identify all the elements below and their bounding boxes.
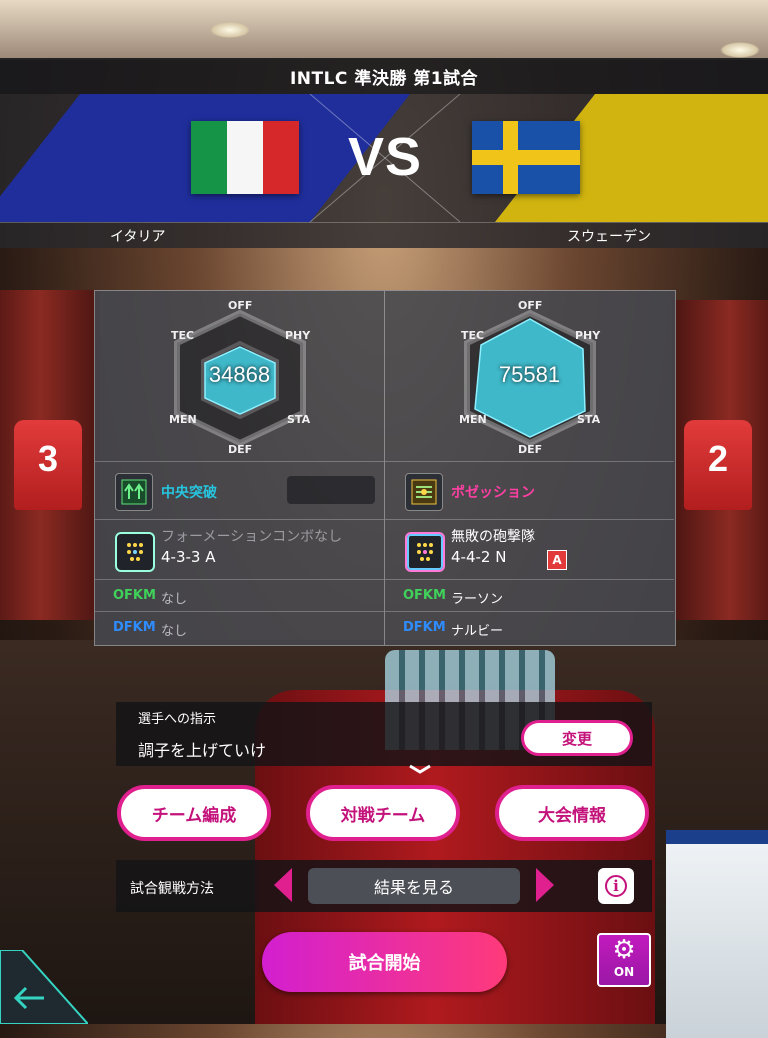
- away-ofkm-row: OFKM ラーソン: [385, 579, 674, 612]
- player-instruction-panel: 選手への指示 調子を上げていけ 変更: [116, 702, 652, 766]
- home-formation-code: 4-3-3 A: [161, 548, 216, 566]
- watch-mode-value: 結果を見る: [308, 868, 520, 904]
- radar-def-label: DEF: [228, 443, 253, 456]
- radar-off-label: OFF: [518, 299, 543, 312]
- formation-rank-badge: A: [547, 550, 567, 570]
- radar-sta-label: STA: [577, 413, 601, 426]
- away-formation-code: 4-4-2 N: [451, 548, 507, 566]
- match-title-bar: INTLC 準決勝 第1試合: [0, 58, 768, 94]
- home-tactic-row: 中央突破: [95, 461, 384, 520]
- auto-toggle-state: ON: [613, 965, 635, 979]
- ceiling-light: [210, 22, 250, 38]
- radar-phy-label: PHY: [285, 329, 311, 342]
- start-match-button[interactable]: 試合開始: [262, 932, 507, 992]
- auto-settings-toggle[interactable]: ⚙ ON: [597, 933, 651, 987]
- cooler-box: [666, 830, 768, 1038]
- jersey-2: 2: [684, 420, 752, 510]
- radar-tec-label: TEC: [461, 329, 485, 342]
- home-team-column: OFF PHY STA DEF MEN TEC 34868 中央突破 フォーメー…: [95, 291, 385, 645]
- ceiling-light: [720, 42, 760, 58]
- tournament-info-button[interactable]: 大会情報: [495, 785, 649, 841]
- home-formation-row: フォーメーションコンボなし 4-3-3 A: [95, 519, 384, 580]
- home-ofkm-row: OFKM なし: [95, 579, 384, 612]
- home-dfkm-label: DFKM: [113, 620, 156, 635]
- radar-off-label: OFF: [228, 299, 253, 312]
- instruction-label: 選手への指示: [138, 712, 217, 727]
- formation-icon: [405, 532, 445, 572]
- home-ofkm-value: なし: [161, 592, 188, 607]
- away-dfkm-row: DFKM ナルビー: [385, 611, 674, 646]
- gear-icon: ⚙: [612, 935, 636, 965]
- radar-sta-label: STA: [287, 413, 311, 426]
- vs-label: VS: [347, 127, 423, 187]
- info-icon: i: [605, 875, 627, 897]
- banner-divider: [0, 222, 768, 223]
- watch-mode-label: 試合観戦方法: [130, 881, 214, 897]
- sweden-flag-icon: [472, 121, 580, 194]
- home-tactic: 中央突破: [161, 485, 217, 501]
- watch-mode-info-button[interactable]: i: [598, 868, 634, 904]
- formation-icon: [115, 532, 155, 572]
- chevron-down-icon: [409, 764, 431, 774]
- away-team-name: スウェーデン: [567, 229, 651, 245]
- home-dfkm-value: なし: [161, 624, 188, 639]
- away-team-power: 75581: [498, 362, 561, 387]
- home-dfkm-row: DFKM なし: [95, 611, 384, 646]
- opponent-team-button[interactable]: 対戦チーム: [306, 785, 460, 841]
- away-formation-combo: 無敗の砲撃隊: [451, 529, 535, 545]
- team-comparison-panel: OFF PHY STA DEF MEN TEC 34868 中央突破 フォーメー…: [94, 290, 676, 646]
- change-instruction-button[interactable]: 変更: [521, 720, 633, 756]
- away-tactic-row: ポゼッション: [385, 461, 674, 520]
- radar-tec-label: TEC: [171, 329, 195, 342]
- watch-mode-next-arrow-icon[interactable]: [536, 868, 554, 902]
- away-ofkm-value: ラーソン: [451, 592, 504, 607]
- watch-mode-prev-arrow-icon[interactable]: [274, 868, 292, 902]
- away-ofkm-label: OFKM: [403, 588, 446, 603]
- away-tactic: ポゼッション: [451, 485, 535, 501]
- back-button[interactable]: [0, 950, 88, 1024]
- radar-men-label: MEN: [459, 413, 487, 426]
- match-title: INTLC 準決勝 第1試合: [289, 68, 479, 89]
- home-team-name: イタリア: [110, 229, 166, 245]
- away-formation-row: 無敗の砲撃隊 4-4-2 N A: [385, 519, 674, 580]
- instruction-value: 調子を上げていけ: [138, 741, 267, 760]
- away-team-column: OFF PHY STA DEF MEN TEC 75581 ポゼッション 無敗の…: [385, 291, 674, 645]
- radar-men-label: MEN: [169, 413, 197, 426]
- italy-flag-icon: [191, 121, 299, 194]
- radar-phy-label: PHY: [575, 329, 601, 342]
- home-team-power: 34868: [208, 362, 271, 387]
- home-tactic-empty-slot: [287, 476, 375, 504]
- team-formation-button[interactable]: チーム編成: [117, 785, 271, 841]
- home-formation-combo: フォーメーションコンボなし: [161, 529, 343, 545]
- central-attack-icon: [115, 473, 153, 511]
- jersey-3: 3: [14, 420, 82, 510]
- radar-def-label: DEF: [518, 443, 543, 456]
- locker-room-ceiling: [0, 0, 768, 60]
- away-dfkm-label: DFKM: [403, 620, 446, 635]
- watch-mode-row: 試合観戦方法 結果を見る i: [116, 860, 652, 912]
- away-dfkm-value: ナルビー: [451, 624, 504, 639]
- possession-icon: [405, 473, 443, 511]
- home-ofkm-label: OFKM: [113, 588, 156, 603]
